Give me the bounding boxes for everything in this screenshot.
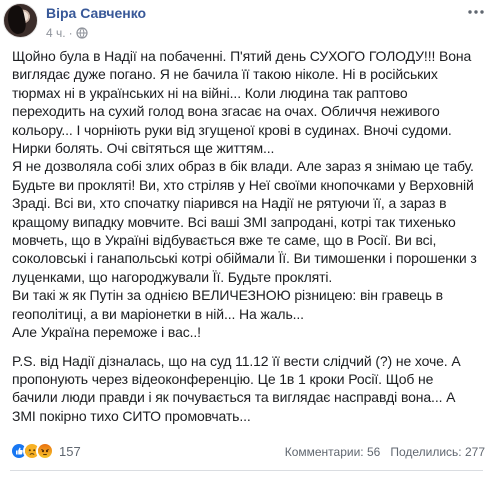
post-line-8: Будьте ви прокляті! Ви, хто стріляв у Не… — [12, 176, 474, 193]
post-meta: 4 ч. · — [46, 26, 88, 40]
post-line-5: кольору... І чорніють руки від згущеної … — [12, 121, 452, 138]
post-line-10: кращому випадку мовчите. Всі ваші ЗМІ за… — [12, 213, 456, 230]
post-line-3: тюрмах ні в українських ні на війні... К… — [12, 84, 408, 101]
dot-separator: · — [68, 26, 73, 40]
post-text: Щойно була в Надії на побаченні. П'ятий … — [12, 47, 484, 425]
author-name[interactable]: Віра Савченко — [46, 5, 146, 21]
post-line-15: геополітиці, а ви маріонетки в ній... На… — [12, 305, 304, 322]
post-stats: Комментарии: 56 Поделились: 277 — [285, 445, 485, 459]
post-line-13: луценками, що нагороджували Її. Будьте п… — [12, 268, 333, 285]
shares-count[interactable]: Поделились: 277 — [390, 445, 485, 459]
ps-line-3: бачили люди правди і як почувається та в… — [12, 389, 456, 406]
reactions-summary[interactable]: 157 — [10, 442, 81, 460]
post-ps-paragraph: P.S. від Надії дізналась, що на суд 11.1… — [12, 352, 484, 426]
footer-divider — [10, 470, 483, 471]
ps-line-4: ЗМІ покірно тихо СИТО промовчать... — [12, 407, 251, 424]
ps-line-2: пропонують через відеоконференцію. Це 1в… — [12, 370, 434, 387]
reaction-count[interactable]: 157 — [59, 444, 81, 459]
post-footer: 157 Комментарии: 56 Поделились: 277 — [0, 442, 493, 466]
post-line-11: мовчеть, що в Україні відбувається вже т… — [12, 232, 437, 249]
post-line-1: Щойно була в Надії на побаченні. П'ятий … — [12, 48, 472, 64]
comments-count[interactable]: Комментарии: 56 — [285, 445, 381, 459]
more-icon[interactable] — [466, 4, 486, 20]
post-paragraph: Щойно була в Надії на побаченні. П'ятий … — [12, 47, 484, 342]
globe-icon[interactable] — [75, 27, 88, 39]
post-line-9: Зраді. Всі ви, хто спочатку піарився на … — [12, 195, 447, 212]
post-line-6: Нирки болять. Очі світяться ще життям... — [12, 140, 275, 157]
angry-icon — [36, 442, 54, 460]
post-line-7: Я не дозволяла собі злих образ в бік вла… — [12, 158, 474, 175]
facebook-post: Віра Савченко 4 ч. · Щойно була в Надії … — [0, 0, 493, 477]
avatar[interactable] — [3, 3, 38, 38]
ps-line-1: P.S. від Надії дізналась, що на суд 11.1… — [12, 352, 461, 369]
avatar-hair — [5, 4, 28, 36]
post-line-2: виглядає дуже погано. Я не бачила її так… — [12, 66, 438, 83]
post-line-4: переходить на сухий голод вона згасає на… — [12, 103, 440, 120]
post-line-12: соколовські і ганапольські котрі обіймал… — [12, 250, 477, 267]
post-line-14: Ви такі ж як Путін за однією ВЕЛИЧЕЗНОЮ … — [12, 287, 443, 304]
post-time[interactable]: 4 ч. — [46, 26, 66, 40]
post-line-16: Але Україна переможе і вас..! — [12, 324, 201, 341]
post-header: Віра Савченко 4 ч. · — [0, 0, 493, 44]
